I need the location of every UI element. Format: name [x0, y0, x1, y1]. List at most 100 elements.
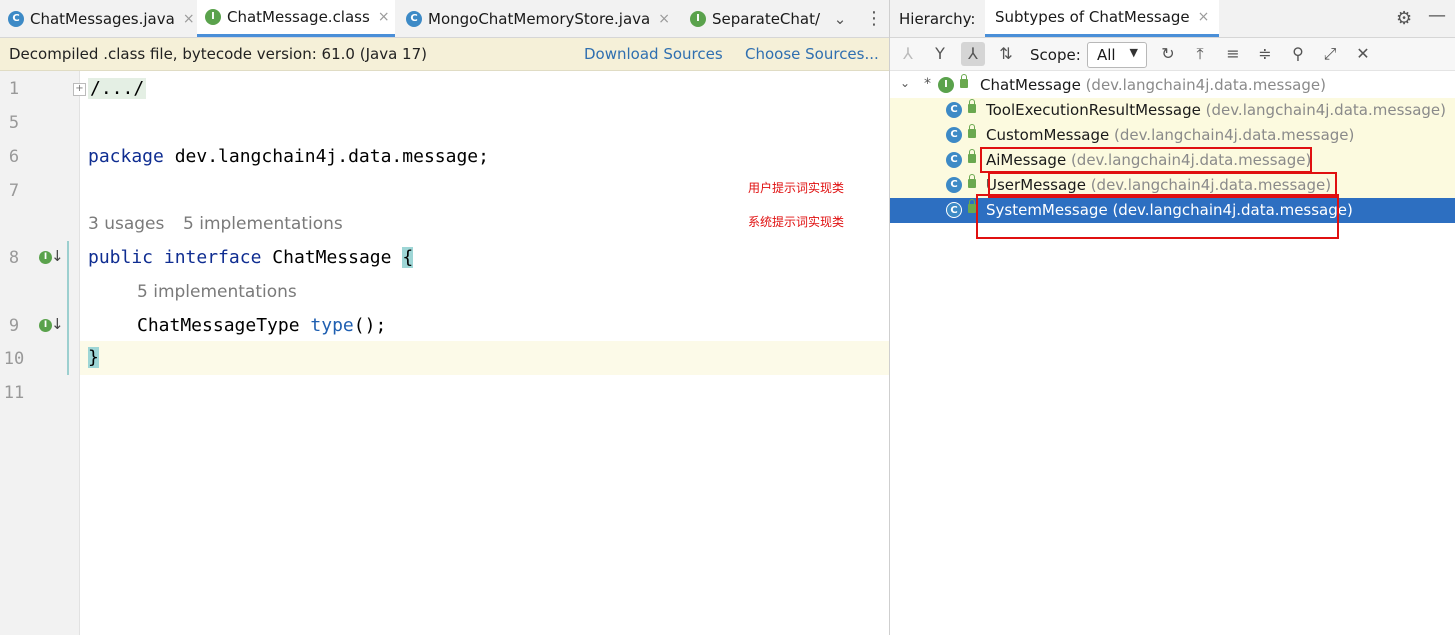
lock-icon — [968, 99, 976, 113]
banner-text: Decompiled .class file, bytecode version… — [9, 45, 427, 63]
interface-keyword: interface — [163, 247, 262, 268]
class-name: CustomMessage — [986, 126, 1110, 144]
interface-icon: I — [690, 10, 706, 27]
hierarchy-header: Hierarchy: Subtypes of ChatMessage × ⚙ — — [890, 0, 1455, 38]
close-icon[interactable]: × — [378, 9, 390, 25]
tab-label: Subtypes of ChatMessage — [995, 8, 1190, 26]
export-icon[interactable]: ⤒ — [1188, 42, 1212, 66]
line-number: 6 — [8, 147, 20, 167]
gear-icon[interactable]: ⚙ — [1396, 8, 1412, 29]
method-return-type: ChatMessageType — [137, 315, 300, 336]
change-marker — [67, 241, 69, 375]
hierarchy-label: Hierarchy: — [899, 10, 976, 28]
download-sources-link[interactable]: Download Sources — [584, 45, 723, 63]
sort-alpha-icon[interactable]: ⇅ — [994, 42, 1018, 66]
tab-chatmessages-java[interactable]: C ChatMessages.java × — [0, 0, 196, 37]
fold-expand-icon[interactable]: + — [73, 83, 86, 96]
interface-declaration: public interface ChatMessage { — [88, 247, 414, 268]
annotation-box-aimessage — [980, 147, 1312, 173]
class-icon: C — [946, 152, 962, 168]
hierarchy-toolbar: ⅄ Y ⅄ ⇅ Scope: All ▼ ↻ ⤒ ≡ ≑ ⚲ ⤢ ✕ — [890, 38, 1455, 71]
minimize-icon[interactable]: — — [1428, 5, 1446, 26]
tab-mongochatmemorystore-java[interactable]: C MongoChatMemoryStore.java × — [398, 0, 680, 37]
class-icon: C — [946, 202, 962, 218]
arrow-down-icon: ↓ — [51, 247, 64, 265]
class-name: ChatMessage — [980, 76, 1081, 94]
inner-implementations-hint[interactable]: 5 implementations — [137, 282, 297, 302]
tab-label: SeparateChat/ — [712, 9, 821, 28]
star-icon: * — [924, 76, 931, 92]
tree-item-label: CustomMessage (dev.langchain4j.data.mess… — [986, 126, 1354, 144]
choose-sources-link[interactable]: Choose Sources... — [745, 45, 879, 63]
pin-icon[interactable]: ⚲ — [1286, 42, 1310, 66]
user-message-note: 用户提示词实现类 — [748, 181, 845, 195]
package-name: dev.langchain4j.data.message; — [163, 146, 489, 167]
close-icon[interactable]: ✕ — [1351, 42, 1375, 66]
method-declaration: ChatMessageType type(); — [137, 315, 386, 336]
package-statement: package dev.langchain4j.data.message; — [88, 146, 489, 167]
interface-icon: I — [205, 9, 221, 25]
class-icon: C — [946, 127, 962, 143]
expand-all-icon[interactable]: ≡ — [1221, 42, 1245, 66]
more-vertical-icon[interactable]: ⋮ — [862, 0, 886, 37]
package-name: (dev.langchain4j.data.message) — [1200, 101, 1446, 119]
lock-icon — [968, 199, 976, 213]
interface-icon: I — [938, 77, 954, 93]
usages-hint[interactable]: 3 usages — [88, 214, 164, 234]
scope-select[interactable]: All ▼ — [1087, 42, 1147, 68]
current-line-highlight — [80, 341, 889, 375]
tab-chatmessage-class[interactable]: I ChatMessage.class × — [197, 0, 395, 37]
tree-item-chatmessage[interactable]: ⌄ * I ChatMessage (dev.langchain4j.data.… — [890, 73, 1455, 98]
class-icon: C — [8, 10, 24, 27]
scope-value: All — [1097, 46, 1116, 64]
implementations-hint[interactable]: 5 implementations — [183, 214, 343, 234]
tab-subtypes-of-chatmessage[interactable]: Subtypes of ChatMessage × — [985, 0, 1220, 37]
public-keyword: public — [88, 247, 154, 268]
lock-icon — [968, 124, 976, 138]
scope-label: Scope: — [1030, 46, 1081, 64]
refresh-icon[interactable]: ↻ — [1156, 42, 1180, 66]
system-message-note: 系统提示词实现类 — [748, 215, 845, 229]
tab-separatechat[interactable]: I SeparateChat/ — [682, 0, 824, 37]
lock-icon — [960, 74, 968, 88]
tab-label: ChatMessages.java — [30, 9, 175, 28]
brace-open: { — [402, 247, 414, 268]
class-icon: C — [406, 10, 422, 27]
brace-close: } — [88, 347, 99, 368]
lock-icon — [968, 174, 976, 188]
subtypes-icon[interactable]: ⅄ — [961, 42, 985, 66]
editor-pane: C ChatMessages.java × I ChatMessage.clas… — [0, 0, 889, 635]
package-name: (dev.langchain4j.data.message) — [1109, 126, 1355, 144]
line-number: 9 — [8, 316, 20, 336]
arrow-down-icon: ↓ — [51, 315, 64, 333]
tab-label: ChatMessage.class — [227, 8, 370, 26]
lock-icon — [968, 149, 976, 163]
line-number: 5 — [8, 113, 20, 133]
close-icon[interactable]: × — [183, 11, 195, 27]
package-name: (dev.langchain4j.data.message) — [1080, 76, 1326, 94]
type-hierarchy-icon[interactable]: ⅄ — [896, 42, 920, 66]
chevron-down-icon[interactable]: ⌄ — [826, 0, 854, 37]
line-number: 11 — [3, 383, 25, 403]
open-in-new-icon[interactable]: ⤢ — [1318, 42, 1342, 66]
supertypes-icon[interactable]: Y — [928, 42, 952, 66]
class-icon: C — [946, 102, 962, 118]
class-name: ChatMessage — [272, 247, 392, 268]
close-icon[interactable]: × — [658, 11, 670, 27]
tree-item-custommessage[interactable]: C CustomMessage (dev.langchain4j.data.me… — [890, 123, 1455, 148]
tree-item-toolexecutionresultmessage[interactable]: C ToolExecutionResultMessage (dev.langch… — [890, 98, 1455, 123]
method-tail: (); — [353, 315, 387, 336]
annotation-box-systemmessage — [976, 194, 1339, 239]
class-name: ToolExecutionResultMessage — [986, 101, 1201, 119]
package-keyword: package — [88, 146, 164, 167]
line-number: 10 — [3, 349, 25, 369]
decompiled-banner: Decompiled .class file, bytecode version… — [0, 38, 889, 71]
tab-label: MongoChatMemoryStore.java — [428, 9, 651, 28]
line-number: 1 — [8, 79, 20, 99]
folded-imports[interactable]: /.../ — [88, 78, 147, 99]
close-icon[interactable]: × — [1198, 9, 1210, 25]
collapse-all-icon[interactable]: ≑ — [1253, 42, 1277, 66]
class-icon: C — [946, 177, 962, 193]
tree-item-label: ChatMessage (dev.langchain4j.data.messag… — [980, 76, 1326, 94]
chevron-down-icon[interactable]: ⌄ — [900, 76, 910, 90]
